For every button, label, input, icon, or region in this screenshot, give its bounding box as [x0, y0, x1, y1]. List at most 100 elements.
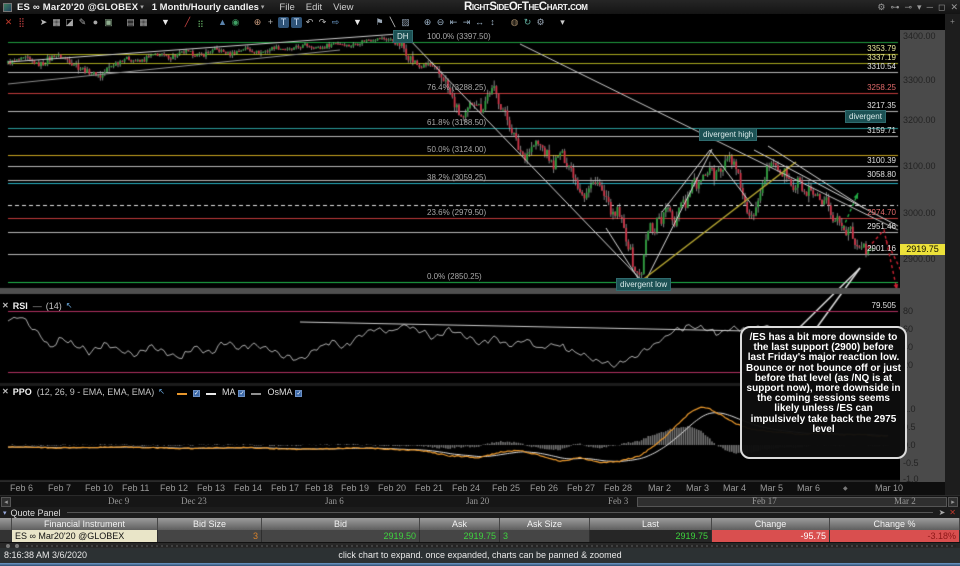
quote-col-header[interactable]: Bid Size — [158, 518, 262, 530]
scroll-right-button[interactable]: ▸ — [948, 497, 958, 507]
price-level-label: 2974.70 — [867, 208, 896, 217]
quote-collapse-caret-icon[interactable]: ▾ — [3, 509, 7, 517]
time-axis-label: Feb 6 — [10, 483, 34, 493]
quote-data-row[interactable]: ES ∞ Mar20'20 @GLOBEX 3 2919.50 2919.75 3 291… — [0, 530, 960, 542]
settings-gear-icon[interactable]: ⚙ — [877, 0, 885, 14]
pin-caret-icon[interactable]: ▾ — [917, 0, 922, 14]
image-alt-icon[interactable]: ▤ — [124, 15, 137, 30]
text-note-alt-icon[interactable]: T — [291, 16, 302, 28]
drawing-set-icon[interactable]: ⣿ — [15, 15, 28, 30]
pin-icon[interactable]: ⊸ — [905, 0, 913, 14]
time-axis-label: Feb 21 — [415, 483, 444, 493]
quote-col-header[interactable]: Change — [712, 518, 830, 530]
wrench-icon[interactable]: ⚙ — [534, 15, 547, 30]
globe-icon[interactable]: ◍ — [508, 15, 521, 30]
maximize-icon[interactable]: ◻ — [938, 0, 945, 14]
quote-col-header[interactable]: Financial Instrument — [12, 518, 158, 530]
menu-file[interactable]: File — [279, 2, 294, 13]
ppo-legend-checkbox[interactable]: ✓ — [192, 389, 200, 397]
crosshair-icon[interactable]: + — [264, 15, 277, 30]
quote-col-header[interactable]: Ask — [420, 518, 500, 530]
quote-pointer-icon[interactable]: ➤ — [939, 508, 946, 517]
window-controls: ⚙ ⊶ ⊸ ▾ ─ ◻ ✕ — [877, 0, 958, 14]
layout-grid-icon[interactable]: ▦ — [137, 15, 150, 30]
close-icon[interactable]: ✕ — [950, 0, 958, 14]
quote-panel-title: Quote Panel — [10, 507, 61, 518]
undo-icon[interactable]: ↶ — [303, 15, 316, 30]
quote-col-header[interactable]: Bid — [262, 518, 420, 530]
grid-style-icon[interactable]: ▦ — [50, 15, 63, 30]
price-level-label: 3159.71 — [867, 126, 896, 135]
line-tool-icon[interactable]: ╲ — [386, 15, 399, 30]
pencil-icon[interactable]: ✎ — [76, 15, 89, 30]
time-axis-label: Mar 2 — [648, 483, 672, 493]
symbol-label[interactable]: ES ∞ Mar20'20 @GLOBEX — [17, 2, 138, 13]
quote-close-icon[interactable]: ✕ — [949, 508, 956, 517]
cursor-icon[interactable]: ➤ — [37, 15, 50, 30]
fit-width-icon[interactable]: ↔ — [473, 15, 486, 30]
pan-left-icon[interactable]: ⇤ — [447, 15, 460, 30]
stamp-icon[interactable]: ◪ — [63, 15, 76, 30]
time-axis-label: ◆ — [843, 486, 848, 492]
scroll-left-button[interactable]: ◂ — [1, 497, 11, 507]
symbol-caret-icon[interactable]: ▾ — [140, 3, 144, 11]
zoom-out-icon[interactable]: ⊖ — [434, 15, 447, 30]
ppo-pointer-icon[interactable]: ↖ — [158, 387, 165, 396]
price-level-label: 3258.25 — [867, 83, 896, 92]
text-note-icon[interactable]: T — [278, 16, 289, 28]
timeframe-label[interactable]: 1 Month/Hourly candles — [152, 2, 259, 13]
timeline-scrollbar[interactable]: Dec 9 Dec 23 Jan 6 Jan 20 Feb 3 Feb 17 Mar 2 ◂… — [0, 495, 960, 507]
menu-edit[interactable]: Edit — [306, 2, 322, 13]
tools-dropdown-icon[interactable]: ▼ — [351, 15, 364, 30]
rsi-close-icon[interactable]: ✕ — [2, 301, 9, 310]
fib-level-label: 61.8% (3188.50) — [427, 118, 487, 127]
rsi-pointer-icon[interactable]: ↖ — [66, 301, 73, 310]
panel-add-icon[interactable]: + — [945, 17, 960, 26]
minimize-icon[interactable]: ─ — [927, 0, 933, 14]
ppo-legend-checkbox[interactable]: ✓ — [238, 389, 246, 397]
forward-icon[interactable]: ⇨ — [329, 15, 342, 30]
fit-height-icon[interactable]: ↕ — [486, 15, 499, 30]
dh-tag: DH — [393, 30, 413, 43]
brand-watermark: RightSideOfTheChart.com — [464, 1, 588, 13]
last-price-badge: 2919.75 — [900, 244, 945, 255]
timeframe-caret-icon[interactable]: ▾ — [261, 3, 265, 11]
more-dropdown-icon[interactable]: ▾ — [556, 15, 569, 30]
quote-col-header[interactable] — [0, 518, 12, 530]
flag-icon[interactable]: ⚑ — [373, 15, 386, 30]
refresh-icon[interactable]: ↻ — [521, 15, 534, 30]
pan-right-icon[interactable]: ⇥ — [460, 15, 473, 30]
ppo-close-icon[interactable]: ✕ — [2, 387, 9, 396]
target-icon[interactable]: ⊕ — [251, 15, 264, 30]
pattern-tool-icon[interactable]: ▨ — [399, 15, 412, 30]
time-axis-label: Feb 25 — [492, 483, 521, 493]
fib-level-label: 38.2% (3059.25) — [427, 173, 487, 182]
trendline-red-icon[interactable]: ╱ — [181, 15, 194, 30]
image-icon[interactable]: ▣ — [102, 15, 115, 30]
ellipse-icon[interactable]: ● — [89, 15, 102, 30]
triangle-marker-icon[interactable]: ▲ — [216, 15, 229, 30]
quote-col-header[interactable]: Change % — [830, 518, 960, 530]
quote-col-header[interactable]: Ask Size — [500, 518, 590, 530]
style-dropdown-icon[interactable]: ▼ — [159, 15, 172, 30]
zoom-in-icon[interactable]: ⊕ — [421, 15, 434, 30]
delete-drawing-icon[interactable]: ✕ — [2, 15, 15, 30]
timeline-period-label: Jan 20 — [466, 496, 490, 506]
quote-col-header[interactable]: Last — [590, 518, 712, 530]
time-axis[interactable]: Feb 6 Feb 7 Feb 10 Feb 11 Feb 12 Feb 13 Feb 14… — [0, 482, 945, 495]
link-icon[interactable]: ⊶ — [891, 0, 900, 14]
quote-cell-financial-instrument: ES ∞ Mar20'20 @GLOBEX — [12, 530, 158, 542]
time-axis-label: Feb 24 — [452, 483, 481, 493]
rsi-params: (14) — [45, 300, 62, 311]
time-axis-label: Feb 18 — [305, 483, 334, 493]
price-level-label: 2901.16 — [867, 244, 896, 253]
price-level-label: 3310.54 — [867, 62, 896, 71]
ppo-legend-checkbox[interactable]: ✓ — [295, 389, 303, 397]
menu-view[interactable]: View — [333, 2, 353, 13]
candle-type-icon[interactable]: ⣶ — [194, 15, 207, 30]
time-axis-label: Feb 20 — [378, 483, 407, 493]
redo-icon[interactable]: ↷ — [316, 15, 329, 30]
app-icon — [3, 2, 12, 12]
chart-annotation-note: /ES has a bit more downside to the last … — [740, 326, 907, 459]
sphere-marker-icon[interactable]: ◉ — [229, 15, 242, 30]
